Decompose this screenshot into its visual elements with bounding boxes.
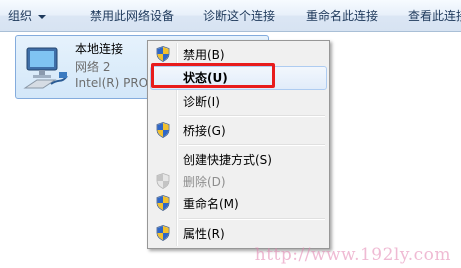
menu-item-rename[interactable]: 重命名(M) [150, 192, 327, 214]
uac-shield-icon [156, 122, 170, 138]
network-connection-icon [23, 47, 68, 89]
view-status-button[interactable]: 查看此连接 [408, 7, 461, 24]
organize-label: 组织 [8, 9, 33, 23]
menu-item-label: 重命名(M) [183, 197, 239, 211]
menu-item-label: 桥接(G) [183, 124, 226, 138]
command-bar: 组织 禁用此网络设备 诊断这个连接 重命名此连接 查看此连接 [0, 0, 461, 32]
menu-item-properties[interactable]: 属性(R) [150, 222, 327, 244]
menu-item-create-shortcut[interactable]: 创建快捷方式(S) [150, 148, 327, 170]
diagnose-button[interactable]: 诊断这个连接 [203, 7, 275, 24]
connection-device: Intel(R) PRO [75, 76, 149, 90]
watermark-text: http://www.192ly.com [254, 245, 451, 265]
menu-separator [179, 218, 325, 219]
uac-shield-icon [156, 195, 170, 211]
uac-shield-icon [156, 173, 170, 189]
menu-separator [179, 115, 325, 116]
uac-shield-icon [156, 46, 170, 62]
menu-separator [179, 144, 325, 145]
menu-item-label: 诊断(I) [183, 95, 220, 109]
menu-item-label: 禁用(B) [183, 48, 225, 62]
menu-item-disable[interactable]: 禁用(B) [150, 43, 327, 65]
menu-item-bridge[interactable]: 桥接(G) [150, 119, 327, 141]
rename-button[interactable]: 重命名此连接 [306, 7, 378, 24]
annotation-highlight-box [151, 63, 275, 88]
menu-item-label: 属性(R) [183, 227, 225, 241]
connection-name: 本地连接 [75, 42, 124, 56]
dropdown-arrow-icon [38, 14, 47, 19]
menu-item-delete: 删除(D) [150, 170, 327, 192]
menu-item-label: 删除(D) [183, 175, 226, 189]
uac-shield-icon [156, 225, 170, 241]
menu-item-label: 创建快捷方式(S) [183, 153, 272, 167]
connection-network: 网络 2 [75, 60, 111, 74]
disable-device-button[interactable]: 禁用此网络设备 [90, 7, 174, 24]
organize-menu-button[interactable]: 组织 [8, 7, 47, 24]
menu-item-diagnose[interactable]: 诊断(I) [150, 90, 327, 112]
